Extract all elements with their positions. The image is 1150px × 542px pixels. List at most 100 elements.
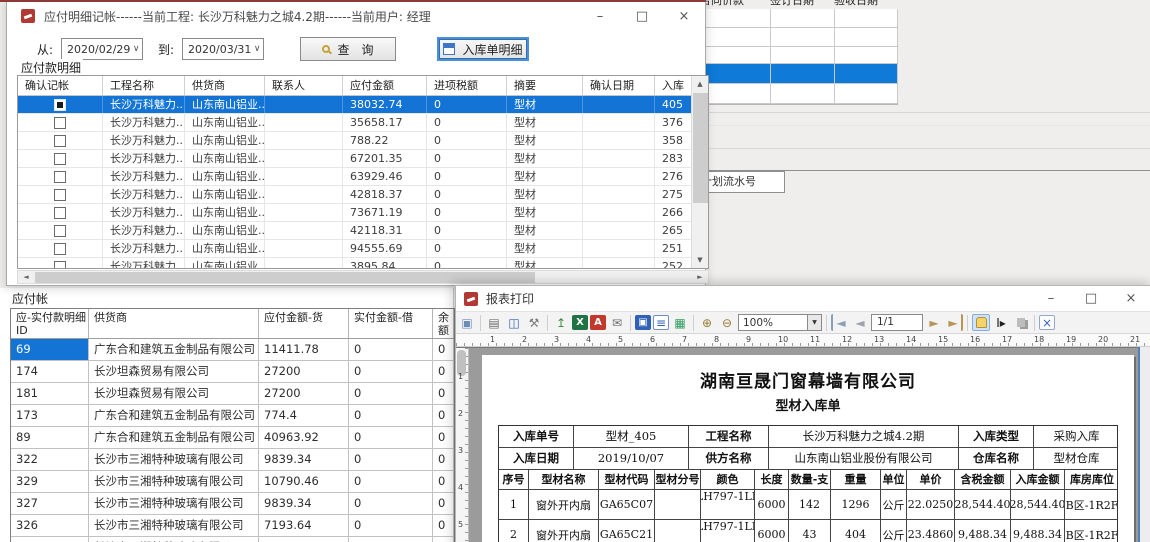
confirm-checkbox[interactable] [54, 117, 66, 129]
copy-icon[interactable] [1012, 314, 1030, 331]
scroll-up-icon[interactable]: ▲ [692, 76, 708, 92]
table-row[interactable]: 329长沙市三湘特种玻璃有限公司10790.4600 [11, 471, 454, 493]
report-detail-row: 1窗外开内扇GA65C07LH797-1LL60001421296公斤22.02… [499, 490, 1117, 520]
table-row[interactable]: 173广东合和建筑五金制品有限公司774.400 [11, 405, 454, 427]
first-page-icon[interactable]: ◄ [831, 314, 849, 331]
chevron-down-icon[interactable]: ∨ [251, 44, 263, 54]
report-cell: 山东南山铝业股份有限公司 [769, 448, 959, 469]
last-page-icon[interactable]: ► [945, 314, 963, 331]
column-header[interactable]: 确认日期 [583, 76, 655, 95]
zoom-in-icon[interactable]: ⊕ [698, 314, 716, 331]
table-row[interactable]: 长沙万科魅力...山东南山铝业...94555.690型材251 [18, 240, 708, 258]
column-header[interactable]: 应付金额-货 [259, 309, 349, 338]
column-header[interactable]: 实付金额-借 [349, 309, 433, 338]
save-icon[interactable]: ▣ [635, 315, 651, 330]
scroll-left-icon[interactable]: ◄ [18, 271, 34, 283]
column-header[interactable]: 进项税额 [427, 76, 507, 95]
confirm-checkbox[interactable] [54, 225, 66, 237]
prev-page-icon[interactable]: ◄ [851, 314, 869, 331]
maximize-button[interactable]: □ [621, 1, 663, 31]
scrollbar-thumb[interactable] [35, 272, 535, 283]
page-setup-icon[interactable]: ▣ [458, 314, 476, 331]
print-icon[interactable]: ▤ [485, 314, 503, 331]
book-icon[interactable]: ◫ [505, 314, 523, 331]
minimize-button[interactable]: – [1031, 286, 1071, 311]
inbound-detail-button[interactable]: 入库单明细 [437, 37, 529, 61]
export-icon[interactable]: ↥ [552, 314, 570, 331]
confirm-checkbox[interactable] [54, 207, 66, 219]
close-button[interactable]: × [663, 1, 705, 31]
table-row[interactable]: 327长沙市三湘特种玻璃有限公司9839.3400 [11, 493, 454, 515]
chevron-down-icon[interactable]: ∨ [130, 44, 142, 54]
report-preview-area[interactable]: 12345 湖南亘晟门窗幕墙有限公司 型材入库单 入库单号型材_405工程名称长… [456, 347, 1138, 542]
plan-serial-label: 计划流水号 [701, 175, 756, 188]
preview-scrollbar[interactable] [1140, 347, 1150, 542]
table-row[interactable]: 长沙万科魅力...山东南山铝业...42818.370型材275 [18, 186, 708, 204]
titlebar[interactable]: 报表打印 – □ × [456, 286, 1150, 311]
to-date-select[interactable]: 2020/03/31∨ [182, 38, 264, 60]
report-info-row: 入库单号型材_405工程名称长沙万科魅力之城4.2期入库类型采购入库 [499, 426, 1117, 448]
archive-icon[interactable]: ▦ [671, 314, 689, 331]
confirm-checkbox[interactable] [54, 243, 66, 255]
table-row[interactable]: 322长沙市三湘特种玻璃有限公司9839.3400 [11, 449, 454, 471]
column-header[interactable]: 确认记帐 [18, 76, 103, 95]
column-header[interactable]: 应付金额 [343, 76, 427, 95]
table-row[interactable]: 长沙万科魅力...山东南山铝业...73671.190型材266 [18, 204, 708, 222]
zoom-select[interactable]: 100%▼ [738, 314, 822, 331]
next-page-icon[interactable]: ► [925, 314, 943, 331]
minimize-button[interactable]: – [579, 1, 621, 31]
close-button[interactable]: × [1111, 286, 1150, 311]
table-row[interactable]: 长沙万科魅力...山东南山铝业...38032.740型材405 [18, 96, 708, 114]
column-header[interactable]: 联系人 [265, 76, 343, 95]
excel-icon[interactable]: X [572, 315, 588, 330]
column-header[interactable]: 供货商 [185, 76, 265, 95]
table-cell [701, 28, 771, 46]
confirm-checkbox[interactable] [54, 135, 66, 147]
column-header[interactable]: 余额 [433, 309, 454, 338]
table-row [701, 28, 897, 47]
confirm-checkbox[interactable] [54, 171, 66, 183]
table-row[interactable]: 长沙市三湘特种玻璃有限公司 [11, 537, 454, 542]
report-cell: 采购入库 [1034, 426, 1119, 447]
column-header[interactable]: 供货商 [89, 309, 259, 338]
table-row[interactable]: 174长沙坦森贸易有限公司2720000 [11, 361, 454, 383]
vertical-scrollbar[interactable]: ▲ ▼ [691, 76, 708, 268]
table-row[interactable]: 69广东合和建筑五金制品有限公司11411.7800 [11, 339, 454, 361]
zoom-out-icon[interactable]: ⊖ [718, 314, 736, 331]
settings-icon[interactable]: ⚒ [525, 314, 543, 331]
hand-tool-icon[interactable] [972, 314, 990, 331]
chevron-down-icon[interactable]: ▼ [807, 315, 821, 330]
pdf-icon[interactable]: A [590, 315, 606, 330]
email-icon[interactable]: ✉ [608, 314, 626, 331]
from-date-select[interactable]: 2020/02/29∨ [61, 38, 143, 60]
column-header[interactable]: 入库 [655, 76, 693, 95]
confirm-checkbox[interactable] [54, 189, 66, 201]
column-header[interactable]: 应-实付款明细ID [11, 309, 89, 338]
confirm-checkbox[interactable] [54, 261, 66, 270]
confirm-checkbox[interactable] [54, 153, 66, 165]
table-row[interactable]: 长沙万科魅力...山东南山铝业...788.220型材358 [18, 132, 708, 150]
table-row[interactable]: 长沙万科魅力...山东南山铝业...63929.460型材276 [18, 168, 708, 186]
scroll-down-icon[interactable]: ▼ [692, 252, 708, 268]
table-row[interactable]: 89广东合和建筑五金制品有限公司40963.9200 [11, 427, 454, 449]
table-row[interactable]: 326长沙市三湘特种玻璃有限公司7193.6400 [11, 515, 454, 537]
close-preview-icon[interactable]: × [1039, 315, 1055, 330]
page-number-input[interactable]: 1/1 [871, 314, 923, 331]
maximize-button[interactable]: □ [1071, 286, 1111, 311]
ruler-number: 3 [458, 446, 463, 455]
query-button[interactable]: 查 询 [300, 37, 396, 61]
column-header[interactable]: 摘要 [507, 76, 583, 95]
table-row[interactable]: 长沙万科魅力...山东南山铝业...67201.350型材283 [18, 150, 708, 168]
column-header[interactable]: 工程名称 [103, 76, 185, 95]
text-select-icon[interactable]: I▸ [992, 314, 1010, 331]
table-row[interactable]: 长沙万科魅力...山东南山铝业...42118.310型材265 [18, 222, 708, 240]
titlebar[interactable]: 应付明细记帐------当前工程: 长沙万科魅力之城4.2期------当前用户… [7, 1, 705, 31]
table-row[interactable]: 长沙万科魅力...山东南山铝业...3895.840型材252 [18, 258, 708, 269]
table-row[interactable]: 181长沙坦森贸易有限公司2720000 [11, 383, 454, 405]
horizontal-scrollbar[interactable]: ◄ ► [17, 270, 709, 284]
scrollbar-thumb[interactable] [693, 93, 708, 203]
confirm-checkbox[interactable] [54, 99, 66, 111]
table-row[interactable]: 长沙万科魅力...山东南山铝业...35658.170型材376 [18, 114, 708, 132]
scroll-right-icon[interactable]: ► [692, 271, 708, 283]
document-icon[interactable]: ≡ [653, 315, 669, 330]
